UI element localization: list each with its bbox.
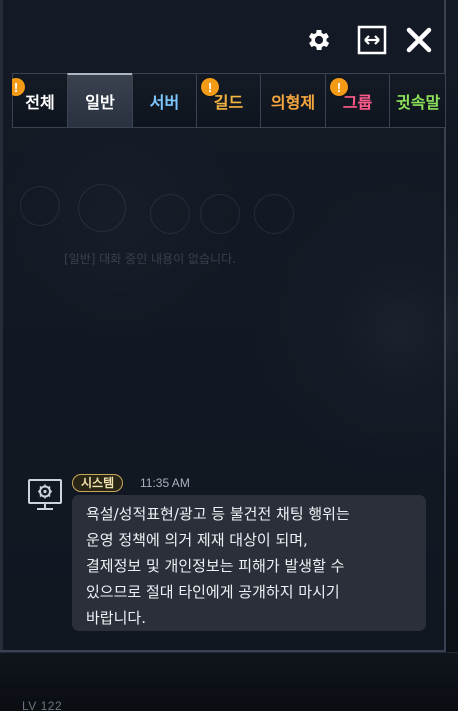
tab-group[interactable]: ! 그룹 [325, 73, 389, 128]
chat-window: [일반] 대화 중인 내용이 없습니다. ! 전체 일반 서버 ! 길드 의형제… [0, 0, 446, 652]
message-timestamp: 11:35 AM [140, 476, 190, 490]
system-badge: 시스템 [72, 474, 124, 492]
tab-label: 길드 [213, 92, 244, 112]
gear-icon [308, 29, 330, 51]
tab-label: 귓속말 [396, 92, 441, 112]
alert-badge-icon: ! [12, 78, 25, 96]
alert-badge-icon: ! [330, 78, 348, 96]
resize-button[interactable] [356, 24, 388, 56]
tab-label: 서버 [149, 92, 180, 112]
close-button[interactable] [403, 24, 435, 56]
hud-circle [150, 194, 190, 234]
hud-circle [78, 184, 126, 232]
hud-circle [254, 194, 294, 234]
tab-label: 그룹 [342, 92, 373, 112]
tab-guild[interactable]: ! 길드 [196, 73, 260, 128]
hud-circle [20, 186, 60, 226]
empty-chat-hint: [일반] 대화 중인 내용이 없습니다. [64, 252, 236, 266]
system-message-bubble: 욕설/성적표현/광고 등 불건전 채팅 행위는 운영 정책에 의거 제재 대상이… [72, 495, 426, 631]
tab-brothers[interactable]: 의형제 [260, 73, 325, 128]
hud-circle [200, 194, 240, 234]
chat-tab-bar: ! 전체 일반 서버 ! 길드 의형제 ! 그룹 귓속말 [12, 73, 446, 128]
tab-all[interactable]: ! 전체 [12, 73, 67, 128]
tab-label: 의형제 [270, 92, 316, 112]
tab-general[interactable]: 일반 [67, 73, 132, 128]
tab-server[interactable]: 서버 [132, 73, 196, 128]
system-avatar [26, 477, 64, 513]
monitor-gear-icon [28, 479, 62, 510]
tab-label: 일반 [85, 93, 115, 112]
settings-button[interactable] [303, 24, 335, 56]
chat-header [0, 0, 446, 72]
bottom-hud-strip: LV 122 [0, 652, 458, 711]
resize-icon [357, 25, 387, 55]
level-text: LV 122 [22, 699, 63, 711]
close-icon [406, 27, 432, 53]
alert-badge-icon: ! [201, 78, 219, 96]
tab-whisper[interactable]: 귓속말 [389, 73, 446, 128]
tab-label: 전체 [25, 92, 55, 112]
